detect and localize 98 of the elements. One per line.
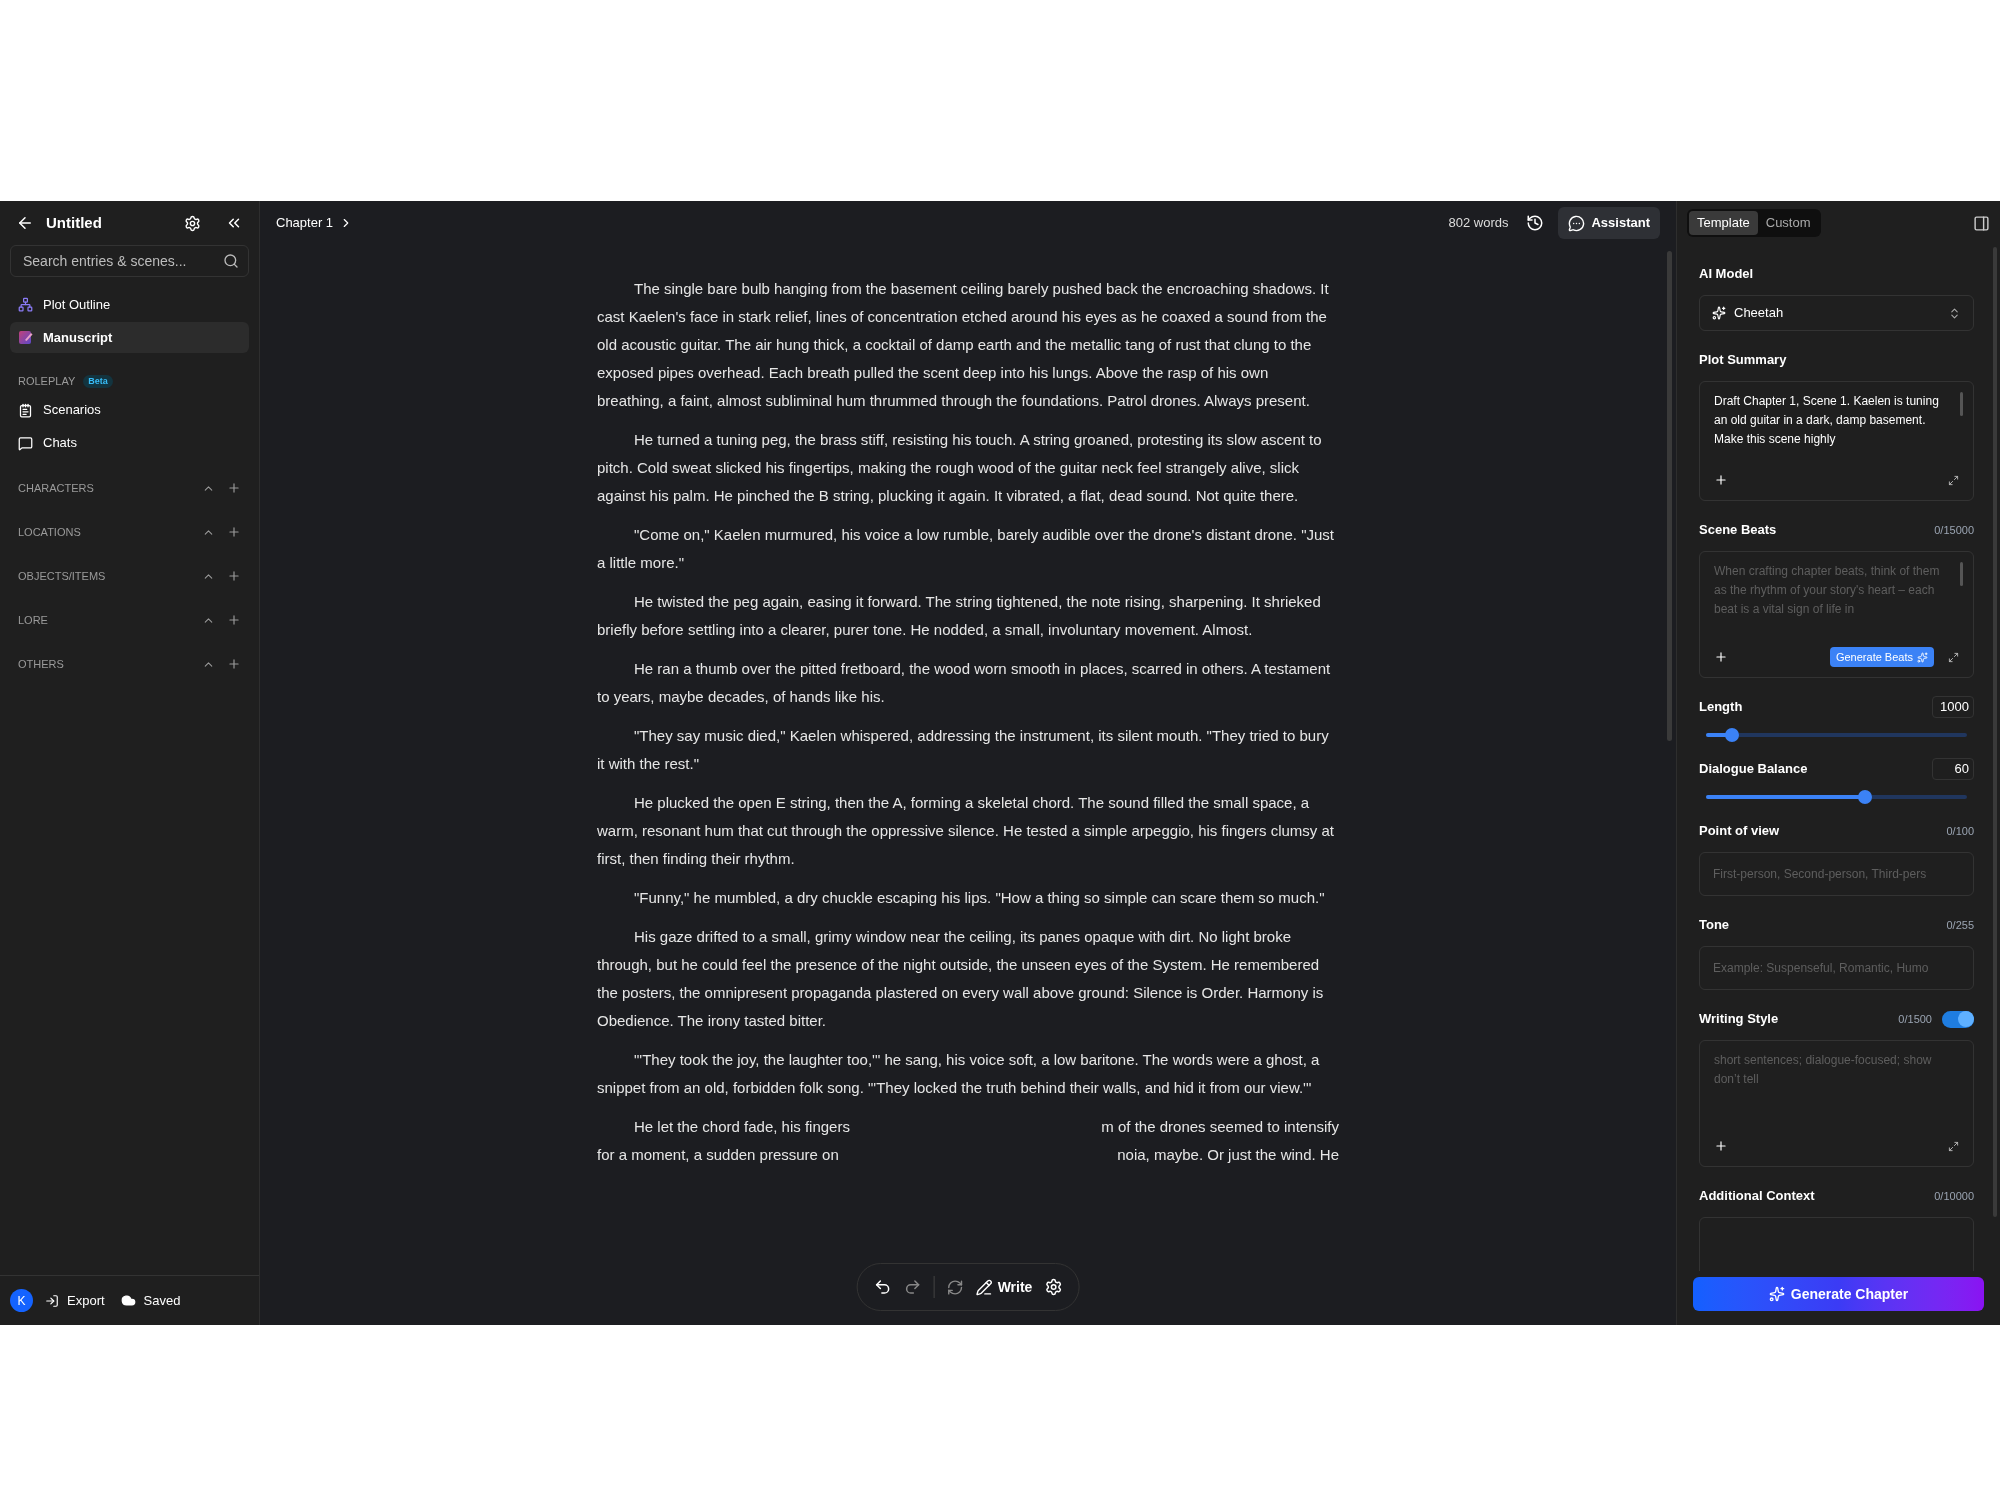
paragraph: "Funny," he mumbled, a dry chuckle escaping his lips. "How a thing so simple can scare them so much." [633,888,1326,908]
field-label: Length [1699,698,1744,717]
nav-item[interactable]: Plot Outline [10,289,249,320]
char-count: 0/1500 [1898,1011,1932,1027]
generate-chapter-button[interactable]: Generate Chapter [1693,1277,1984,1311]
hierarchy-icon [18,297,33,312]
sparkle-icon [1917,651,1928,663]
add-icon[interactable] [227,657,241,671]
cloud-icon [120,1293,136,1308]
model-select[interactable]: Cheetah [1699,295,1974,331]
field-label: Plot Summary [1699,351,1788,370]
settings-icon[interactable] [184,214,201,232]
char-count: 0/15000 [1934,522,1974,538]
paragraph: He turned a tuning peg, the brass stiff, resisting his touch. A string groaned, protesting its slow ascent to pitch. Cold sweat slicked his fingertips, making the rough wood of the guitar neck feel strangely alive, slick against his palm. He pinched the B string, plucking it again. It vibrated, a flat, dead sound. Not quite there. [597,430,1323,506]
nav-item[interactable]: Manuscript [10,322,249,353]
section-heading[interactable]: OBJECTS/ITEMS [18,567,202,585]
up-down-icon [1948,306,1961,320]
save-status: Saved [120,1290,181,1311]
text-area-field[interactable]: short sentences; dialogue-focused; show don’t tell [1699,1040,1974,1167]
number-field[interactable]: 1000 [1932,696,1974,718]
expand-icon[interactable] [1948,1140,1959,1152]
add-icon[interactable] [1714,473,1728,487]
add-icon[interactable] [1714,650,1728,664]
expand-icon[interactable] [1948,474,1959,486]
section-heading[interactable]: CHARACTERS [18,479,202,497]
export-button[interactable]: Export [45,1290,105,1311]
char-count: 0/255 [1946,917,1974,933]
search-field[interactable]: Search entries & scenes... [10,245,249,277]
text-area-field[interactable]: Draft Chapter 1, Scene 1. Kaelen is tuning an old guitar in a dark, damp basement. Make this scene highly [1699,381,1974,501]
beta-badge: Beta [83,374,113,388]
paragraph: He twisted the peg again, easing it forward. The string tightened, the note rising, sharpening. It shrieked briefly before settling into a clearer, purer tone. He nodded, a small, involuntary movement. Almost. [597,592,1322,640]
text-area-input[interactable]: short sentences; dialogue-focused; show don’t tell [1714,1051,1959,1127]
project-title: Untitled [46,212,103,233]
text-line: m of the drones seemed to intensify [1101,1117,1339,1137]
text-line: for a moment, a sudden pressure on [597,1145,839,1165]
paragraph: The single bare bulb hanging from the basement ceiling barely pushed back the encroaching shadows. It cast Kaelen's face in stark relief, lines of concentration etched around his eyes as he coaxed a sound from the old acoustic guitar. The air hung thick, a cocktail of damp earth and the metallic tang of rust that clung to the exposed pipes overhead. Each breath pulled the scent deep into his lungs. Above the rasp of his own breathing, a faint, almost subliminal hum thrummed through the foundations. Patrol drones. Always present. [597,279,1330,411]
field-label: Additional Context [1699,1187,1816,1206]
pen-icon [975,1278,993,1296]
panel-icon[interactable] [1973,214,1990,232]
slider-thumb[interactable] [1858,790,1873,804]
field-label: Tone [1699,916,1731,935]
settings-icon[interactable] [1044,1278,1063,1296]
sparkle-icon [1712,306,1726,320]
back-icon[interactable] [16,214,34,232]
field-label: Point of view [1699,822,1781,841]
write-button[interactable]: Write [975,1276,1033,1298]
paragraph: His gaze drifted to a small, grimy window near the ceiling, its panes opaque with dirt. No light broke through, but he could feel the presence of the night outside, the unseen eyes of the System. He remembered the posters, the omnipresent propaganda plastered on every wall above ground: Silence is Order. Harmony is Obedience. The irony tasted bitter. [597,927,1325,1031]
field-label: AI Model [1699,265,1755,284]
add-icon[interactable] [227,569,241,583]
redo-icon[interactable] [903,1278,922,1296]
word-count: 802 words [1448,214,1509,233]
text-line: He let the chord fade, his fingers [634,1117,850,1137]
refresh-icon[interactable] [946,1278,964,1296]
assistant-button[interactable]: Assistant [1558,207,1660,239]
generate-beats-button[interactable]: Generate Beats [1829,647,1934,667]
text-field[interactable]: Example: Suspenseful, Romantic, Humo [1699,946,1974,990]
tab[interactable]: Custom [1757,211,1819,235]
user-avatar[interactable]: K [10,1289,33,1312]
breadcrumb[interactable]: Chapter 1 [276,213,354,233]
paragraph: He plucked the open E string, then the A, forming a skeletal chord. The sound filled the small space, a warm, resonant hum that cut through the oppressive silence. He tested a simple arpeggio, his fingers clumsy at first, then finding their rhythm. [597,793,1336,869]
section-heading[interactable]: LOCATIONS [18,523,202,541]
nav-item[interactable]: Chats [10,428,249,458]
paragraph: "Come on," Kaelen murmured, his voice a low rumble, barely audible over the drone's distant drone. "Just a little more." [597,525,1336,573]
slider-thumb[interactable] [1725,728,1740,742]
section-heading[interactable]: LORE [18,611,202,629]
add-icon[interactable] [1714,1139,1728,1153]
number-field[interactable]: 60 [1932,758,1974,780]
add-icon[interactable] [227,525,241,539]
field-label: Writing Style [1699,1010,1780,1029]
field-value: Draft Chapter 1, Scene 1. Kaelen is tuning an old guitar in a dark, damp basement. Make this scene highly [1714,393,1940,448]
section-heading: ROLEPLAY [18,374,76,389]
sparkle-icon [1768,1286,1785,1302]
add-icon[interactable] [227,481,241,495]
char-count: 0/100 [1946,823,1974,839]
paragraph: He ran a thumb over the pitted fretboard, the wood worn smooth in places, scarred in others. A testament to years, maybe decades, of hands like his. [597,659,1332,707]
add-icon[interactable] [227,613,241,627]
section-heading[interactable]: OTHERS [18,655,202,673]
paragraph: "'They took the joy, the laughter too,'" he sang, his voice soft, a low baritone. The words were a ghost, a snippet from an old, forbidden folk song. "'They locked the truth behind their walls, and hid it from our view.'" [597,1050,1321,1098]
document-icon [18,402,33,418]
toggle-switch[interactable] [1942,1010,1974,1028]
text-field[interactable]: First-person, Second-person, Third-pers [1699,852,1974,896]
notebook-icon [18,330,33,345]
field-label: Scene Beats [1699,521,1778,540]
undo-icon[interactable] [873,1278,892,1296]
search-icon[interactable] [223,253,239,269]
export-icon [45,1293,59,1308]
chat-icon [18,435,33,451]
tab[interactable]: Template [1689,211,1758,235]
field-label: Dialogue Balance [1699,760,1809,779]
expand-icon[interactable] [1948,651,1959,663]
history-icon[interactable] [1526,214,1545,232]
char-count: 0/10000 [1934,1188,1974,1204]
scrollbar [1960,562,1963,586]
paragraph: "They say music died," Kaelen whispered, addressing the instrument, its silent mouth. "They tried to bury it with the rest." [597,726,1330,774]
nav-item[interactable]: Scenarios [10,395,249,425]
text-line: noia, maybe. Or just the wind. He [1117,1145,1339,1165]
chat-bubble-icon [1568,214,1586,232]
scrollbar [1960,392,1963,416]
